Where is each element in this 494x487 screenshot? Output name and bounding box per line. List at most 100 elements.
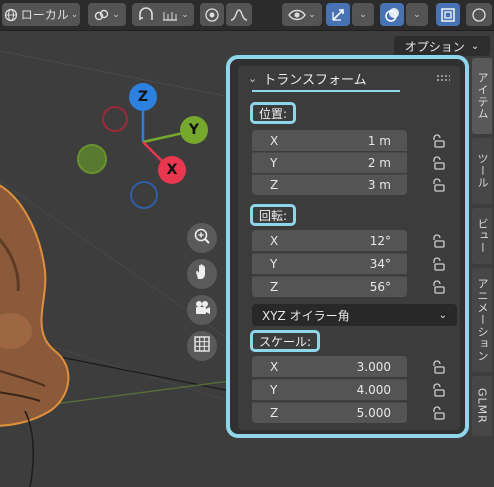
- chevron-down-icon: ⌄: [413, 9, 421, 20]
- scale-x-field[interactable]: X 3.000: [252, 356, 407, 377]
- field-value: 3.000: [356, 359, 391, 374]
- scale-y-field[interactable]: Y 4.000: [252, 379, 407, 400]
- field-value: 34°: [369, 257, 391, 271]
- location-label: 位置:: [250, 102, 297, 124]
- rotation-mode-value: XYZ オイラー角: [262, 308, 350, 323]
- options-label: オプション: [404, 39, 465, 54]
- transform-panel-header[interactable]: ⌄ トランスフォーム: [238, 66, 460, 90]
- snap-icon: [137, 6, 155, 23]
- xray-toggle[interactable]: [436, 3, 460, 26]
- tab-label: ツール: [476, 153, 489, 189]
- tab-label: アニメーション: [476, 278, 489, 362]
- lock-icon[interactable]: [430, 233, 446, 249]
- gizmo-y-label: Y: [188, 122, 200, 138]
- tab-tool[interactable]: ツール: [472, 138, 492, 204]
- tab-label: GLMR: [475, 388, 489, 424]
- pan-button[interactable]: [187, 259, 217, 289]
- xray-icon: [440, 7, 456, 23]
- lock-icon[interactable]: [430, 177, 446, 193]
- zoom-icon: [193, 227, 211, 249]
- lock-icon[interactable]: [430, 405, 446, 421]
- gizmo-z-label: Z: [137, 89, 149, 105]
- falloff-dropdown[interactable]: [226, 3, 252, 26]
- globe-icon: [4, 8, 18, 22]
- location-z-field[interactable]: Z 3 m: [252, 174, 407, 195]
- location-y-field[interactable]: Y 2 m: [252, 152, 407, 173]
- scale-label-text: スケール:: [259, 334, 312, 349]
- tab-item[interactable]: アイテム: [472, 58, 492, 134]
- lock-icon[interactable]: [430, 279, 446, 295]
- field-value: 1 m: [367, 133, 391, 148]
- rotation-mode-dropdown[interactable]: XYZ オイラー角 ⌄: [252, 304, 457, 326]
- sidebar-panel: ⌄ トランスフォーム 位置: X 1 m Y 2 m Z 3 m 回転: X 1…: [226, 55, 469, 438]
- lock-icon[interactable]: [430, 133, 446, 149]
- transform-orientation-dropdown[interactable]: ローカル ⌄: [2, 3, 80, 26]
- axis-label: Z: [270, 178, 279, 192]
- rotation-x-field[interactable]: X 12°: [252, 230, 407, 251]
- rotation-label-text: 回転:: [259, 208, 288, 223]
- axis-label: Y: [270, 257, 278, 271]
- gizmo-z-button[interactable]: Z: [129, 83, 157, 111]
- chevron-down-icon: ⌄: [308, 9, 316, 20]
- gizmo-toggle[interactable]: [326, 3, 350, 26]
- proportional-editing-toggle[interactable]: [200, 3, 224, 26]
- perspective-toggle-button[interactable]: [187, 331, 217, 361]
- tab-glmr[interactable]: GLMR: [472, 376, 492, 436]
- axis-label: Y: [270, 383, 278, 397]
- tab-animation[interactable]: アニメーション: [472, 268, 492, 372]
- overlay-toggle[interactable]: [380, 3, 404, 26]
- drag-grip-icon[interactable]: [436, 74, 450, 82]
- tab-label: アイテム: [476, 72, 489, 120]
- title-highlight: [252, 90, 400, 92]
- pivot-point-dropdown[interactable]: ⌄: [88, 3, 126, 26]
- axis-label: X: [270, 133, 279, 148]
- overlay-icon: [384, 7, 400, 23]
- tab-view[interactable]: ビュー: [472, 208, 492, 264]
- chevron-down-icon: ⌄: [438, 309, 447, 321]
- chevron-down-icon: ⌄: [181, 9, 189, 20]
- field-value: 2 m: [367, 156, 391, 170]
- field-value: 4.000: [356, 383, 391, 397]
- axis-label: Z: [270, 280, 279, 294]
- panel-title: トランスフォーム: [263, 72, 367, 88]
- lock-icon[interactable]: [430, 256, 446, 272]
- hand-icon: [193, 263, 211, 285]
- lock-icon[interactable]: [430, 155, 446, 171]
- axis-label: X: [270, 359, 279, 374]
- grid-icon: [193, 335, 211, 357]
- snap-increment-icon: [161, 8, 179, 22]
- gizmo-neg-y[interactable]: [77, 144, 107, 174]
- gizmo-y-button[interactable]: Y: [180, 116, 208, 144]
- viewport-header: ローカル ⌄ ⌄ ⌄ ⌄ ⌄ ⌄: [0, 0, 494, 31]
- transform-panel: ⌄ トランスフォーム 位置: X 1 m Y 2 m Z 3 m 回転: X 1…: [238, 66, 460, 430]
- link-icon: [94, 8, 110, 22]
- gizmo-neg-x[interactable]: [102, 106, 128, 132]
- options-dropdown[interactable]: オプション ⌄: [394, 36, 490, 56]
- field-value: 56°: [369, 280, 391, 294]
- overlay-dropdown[interactable]: ⌄: [406, 3, 428, 26]
- gizmo-neg-z[interactable]: [130, 181, 158, 209]
- location-x-field[interactable]: X 1 m: [252, 130, 407, 151]
- visibility-dropdown[interactable]: ⌄: [282, 3, 322, 26]
- chevron-down-icon: ⌄: [359, 9, 367, 20]
- lock-icon[interactable]: [430, 382, 446, 398]
- chevron-down-icon: ⌄: [70, 9, 79, 20]
- rotation-y-field[interactable]: Y 34°: [252, 253, 407, 274]
- axis-label: Z: [270, 406, 279, 420]
- tab-label: ビュー: [476, 218, 489, 254]
- chevron-down-icon: ⌄: [470, 40, 480, 52]
- gizmo-dropdown[interactable]: ⌄: [352, 3, 374, 26]
- axis-label: Y: [270, 156, 278, 170]
- camera-view-button[interactable]: [187, 295, 217, 325]
- gizmo-x-label: X: [166, 162, 178, 178]
- shading-solid-button[interactable]: [466, 3, 492, 26]
- gizmo-icon: [330, 7, 346, 23]
- scale-z-field[interactable]: Z 5.000: [252, 402, 407, 423]
- eye-icon: [288, 8, 307, 22]
- field-value: 5.000: [356, 406, 391, 420]
- zoom-button[interactable]: [187, 223, 217, 253]
- lock-icon[interactable]: [430, 359, 446, 375]
- gizmo-x-button[interactable]: X: [158, 156, 186, 184]
- snap-toggle[interactable]: ⌄: [132, 3, 194, 26]
- rotation-z-field[interactable]: Z 56°: [252, 276, 407, 297]
